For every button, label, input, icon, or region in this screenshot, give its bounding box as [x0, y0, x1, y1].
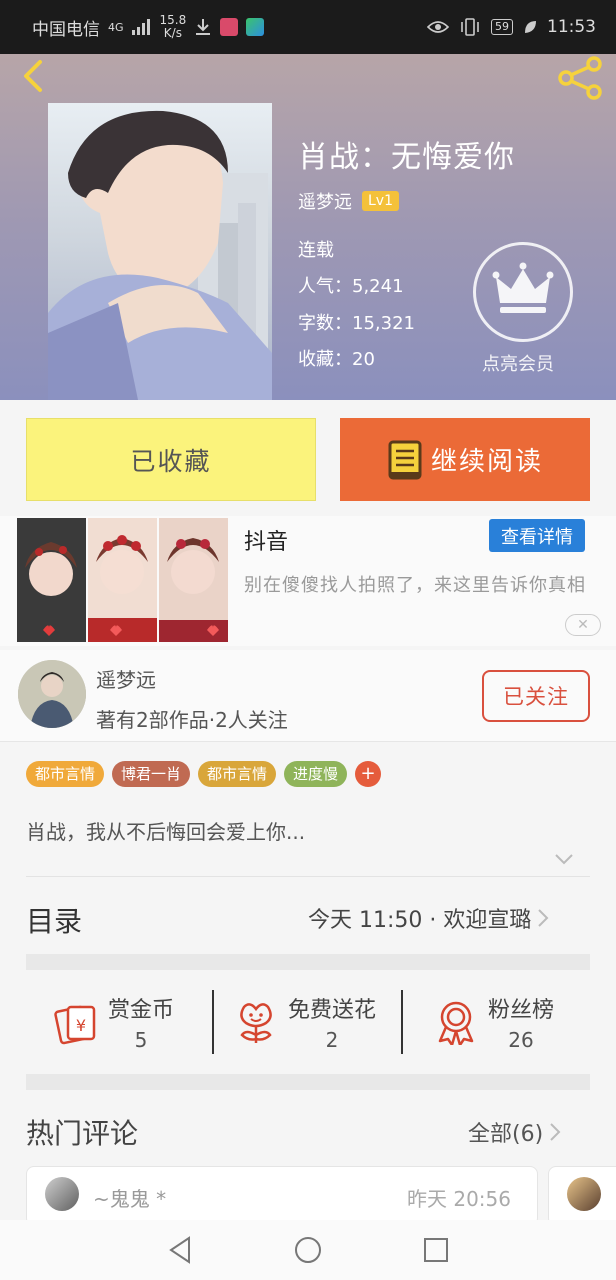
- ad-detail-button[interactable]: 查看详情: [489, 519, 585, 552]
- book-popularity: 人气：5,241: [298, 276, 404, 297]
- send-flower-label: 免费送花: [288, 998, 377, 1023]
- chevron-right-icon: [538, 909, 549, 927]
- leaf-icon: [525, 21, 536, 33]
- continue-reading-button[interactable]: 继续阅读: [340, 418, 590, 501]
- back-arrow-icon[interactable]: [16, 58, 52, 94]
- tag-item[interactable]: 博君一肖: [112, 761, 191, 787]
- crown-icon: [492, 262, 554, 313]
- section-separator: [26, 1074, 590, 1090]
- shop-app-icon: [220, 18, 239, 36]
- all-comments-link[interactable]: 全部(6): [468, 1116, 561, 1148]
- tag-list: 都市言情 博君一肖 都市言情 进度慢 +: [26, 761, 382, 787]
- book-icon: [388, 440, 422, 479]
- book-title: 肖战：无悔爱你: [298, 140, 515, 175]
- author-name: 遥梦远: [96, 668, 156, 692]
- status-bar: 中国电信 4G 15.8 K/s 59 11:53: [0, 0, 616, 54]
- vip-label[interactable]: 点亮会员: [482, 350, 554, 376]
- network-type: 4G: [108, 20, 124, 34]
- ad-image-3: [159, 518, 228, 642]
- book-intro[interactable]: 肖战，我从不后悔回会爱上你...: [26, 816, 305, 845]
- nav-back-icon[interactable]: [165, 1235, 195, 1265]
- ad-title: 抖音: [244, 530, 289, 555]
- vip-button[interactable]: [473, 242, 573, 342]
- favorited-label: 已收藏: [130, 446, 212, 476]
- send-flower-button[interactable]: 免费送花 2: [234, 990, 376, 1054]
- nav-home-icon[interactable]: [293, 1235, 323, 1265]
- comment-card[interactable]: [548, 1166, 616, 1226]
- favorited-button[interactable]: 已收藏: [26, 418, 316, 501]
- tag-item[interactable]: 都市言情: [198, 761, 277, 787]
- book-author-row: 遥梦远 Lv1: [298, 188, 399, 214]
- eye-icon: [427, 21, 449, 33]
- book-cover-image[interactable]: [48, 103, 272, 400]
- comment-time: 昨天 20:56: [407, 1187, 511, 1211]
- ad-image-2: [88, 518, 157, 642]
- reward-coins-count: 5: [134, 1028, 148, 1052]
- latest-chapter-label: 今天 11:50 · 欢迎宣璐: [308, 908, 532, 933]
- stat-divider: [212, 990, 214, 1054]
- commenter-avatar[interactable]: [45, 1177, 79, 1211]
- reward-coins-button[interactable]: ¥ 赏金币 5: [54, 990, 174, 1054]
- cover-portrait: [48, 110, 272, 400]
- section-separator: [26, 954, 590, 970]
- all-comments-label: 全部(6): [468, 1122, 544, 1147]
- book-header: 肖战：无悔爱你 遥梦远 Lv1 连载 人气：5,241 字数：15,321 收藏…: [0, 54, 616, 400]
- follow-button[interactable]: 已关注: [482, 670, 590, 722]
- ad-description: 别在傻傻找人拍照了，来这里告诉你真相: [244, 575, 586, 596]
- divider: [26, 876, 590, 877]
- book-favorites: 收藏：20: [298, 349, 375, 370]
- nav-recents-icon[interactable]: [421, 1235, 451, 1265]
- vibrate-icon: [461, 18, 479, 36]
- play-app-icon: [246, 18, 265, 36]
- author-section[interactable]: 遥梦远 著有2部作品·2人关注 已关注: [0, 650, 616, 742]
- directory-update-link[interactable]: 今天 11:50 · 欢迎宣璐: [308, 902, 549, 934]
- add-tag-button[interactable]: +: [355, 761, 382, 787]
- fan-ranking-label: 粉丝榜: [488, 998, 555, 1023]
- book-author[interactable]: 遥梦远: [298, 188, 352, 214]
- medal-icon: [438, 1001, 474, 1045]
- continue-reading-label: 继续阅读: [430, 447, 543, 477]
- ad-banner[interactable]: 抖音 查看详情 别在傻傻找人拍照了，来这里告诉你真相 ✕: [0, 516, 616, 646]
- ad-image-1: [17, 518, 86, 642]
- share-icon[interactable]: [556, 56, 606, 100]
- hot-comments-title: 热门评论: [26, 1117, 139, 1150]
- author-avatar[interactable]: [18, 660, 86, 728]
- comment-card[interactable]: ~鬼鬼 * 昨天 20:56: [26, 1166, 538, 1226]
- book-status: 连载: [298, 240, 334, 261]
- fan-ranking-count: 26: [508, 1028, 534, 1052]
- book-word-count: 字数：15,321: [298, 313, 415, 334]
- battery-indicator: 59: [491, 19, 513, 35]
- download-icon: [196, 19, 211, 35]
- chevron-right-icon: [550, 1123, 561, 1141]
- commenter-name: ~鬼鬼 *: [93, 1187, 167, 1211]
- ad-close-button[interactable]: ✕: [565, 614, 601, 636]
- clock: 11:53: [547, 17, 596, 37]
- expand-chevron-icon[interactable]: [554, 852, 574, 866]
- coin-envelope-icon: ¥: [54, 1005, 96, 1045]
- reward-coins-label: 赏金币: [108, 998, 175, 1023]
- network-speed: 15.8 K/s: [159, 13, 187, 40]
- author-level-badge: Lv1: [362, 191, 399, 211]
- svg-text:¥: ¥: [76, 1016, 86, 1035]
- tag-item[interactable]: 都市言情: [26, 761, 105, 787]
- signal-icon: [131, 19, 150, 35]
- author-info: 著有2部作品·2人关注: [96, 708, 288, 732]
- carrier-label: 中国电信: [32, 19, 100, 40]
- flower-icon: [240, 1003, 272, 1043]
- tag-item[interactable]: 进度慢: [284, 761, 348, 787]
- fan-ranking-button[interactable]: 粉丝榜 26: [434, 990, 554, 1054]
- system-navigation-bar: [0, 1220, 616, 1280]
- send-flower-count: 2: [325, 1028, 339, 1052]
- stat-divider: [401, 990, 403, 1054]
- directory-title[interactable]: 目录: [26, 900, 82, 940]
- commenter-avatar[interactable]: [567, 1177, 601, 1211]
